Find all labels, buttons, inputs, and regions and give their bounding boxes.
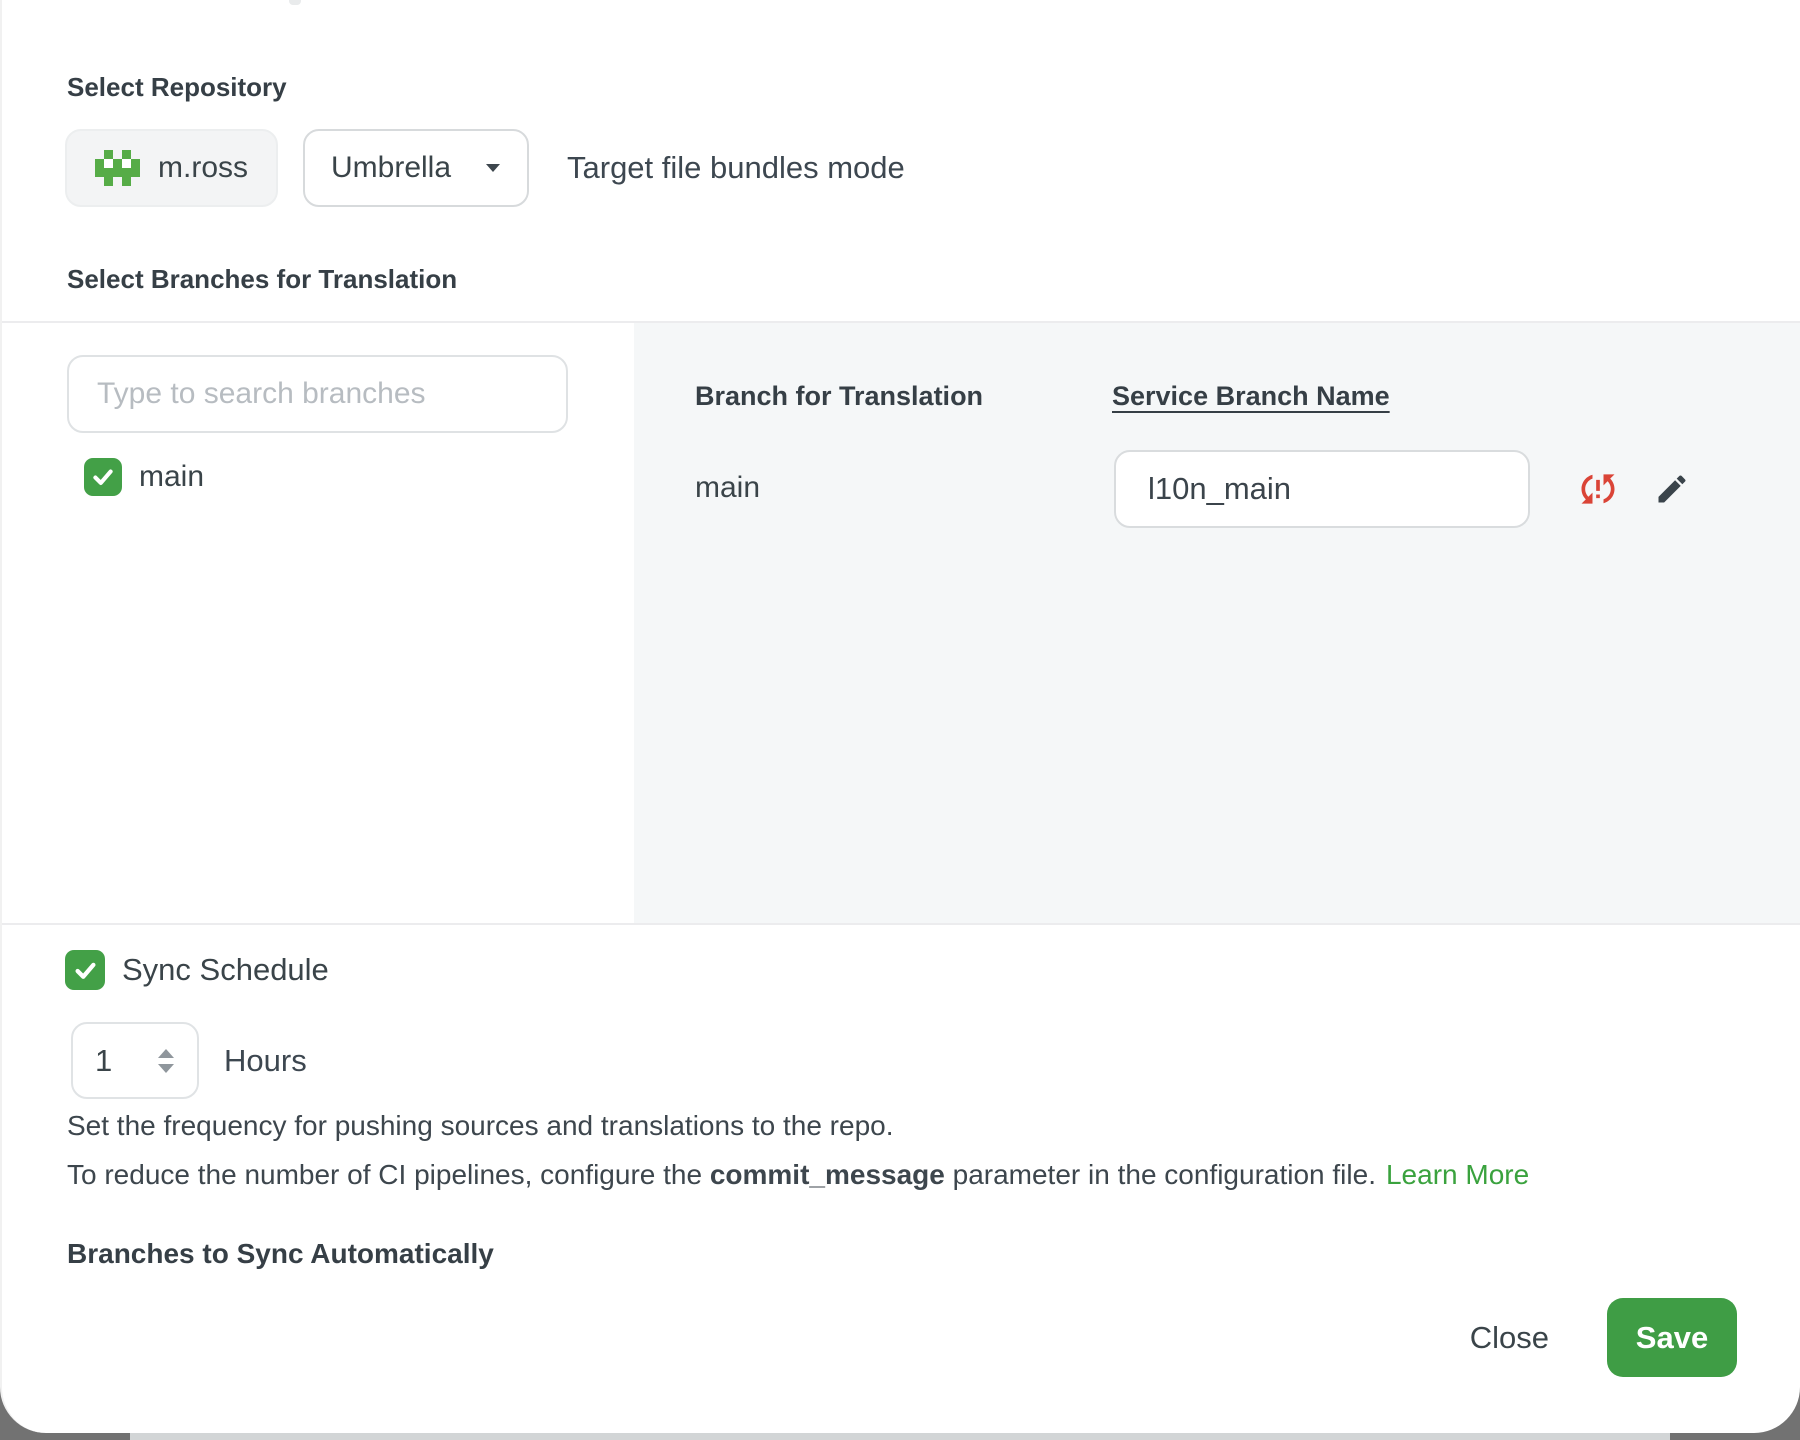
ci-help-text: To reduce the number of CI pipelines, co… <box>67 1159 1529 1191</box>
ci-help-suffix: parameter in the configuration file. <box>945 1159 1376 1190</box>
checkmark-icon <box>90 464 116 490</box>
page-bottom-strip <box>130 1433 1670 1440</box>
repo-sync-settings-modal: Select Repository m.ross Umbrella Target… <box>0 0 1800 1433</box>
close-button[interactable]: Close <box>1470 1320 1549 1356</box>
repository-chip[interactable]: m.ross <box>65 129 278 207</box>
branch-row-label: main <box>695 471 760 505</box>
section-divider <box>2 923 1800 925</box>
branch-checkbox[interactable] <box>84 458 122 496</box>
sync-interval-value: 1 <box>95 1043 112 1079</box>
learn-more-link[interactable]: Learn More <box>1386 1159 1529 1190</box>
branch-search-input[interactable] <box>67 355 568 433</box>
modal-footer: Close Save <box>1470 1298 1737 1377</box>
branch-list-item[interactable]: main <box>84 458 204 496</box>
checkmark-icon <box>72 957 99 984</box>
save-button[interactable]: Save <box>1607 1298 1737 1377</box>
service-branch-column-header[interactable]: Service Branch Name <box>1112 381 1390 412</box>
select-repository-heading: Select Repository <box>67 72 287 103</box>
sync-schedule-label: Sync Schedule <box>122 952 329 988</box>
repo-branch-dropdown[interactable]: Umbrella <box>303 129 529 207</box>
auto-sync-heading: Branches to Sync Automatically <box>67 1238 494 1271</box>
sync-problem-icon[interactable] <box>1575 466 1621 512</box>
sync-interval-stepper[interactable]: 1 <box>71 1022 199 1099</box>
repository-avatar-icon <box>95 150 140 186</box>
scrollbar-artifact <box>289 0 301 5</box>
ci-help-prefix: To reduce the number of CI pipelines, co… <box>67 1159 710 1190</box>
service-branch-panel: Branch for Translation Service Branch Na… <box>634 323 1800 923</box>
target-mode-label: Target file bundles mode <box>567 150 905 186</box>
dropdown-selected-value: Umbrella <box>331 151 451 185</box>
sync-interval-unit: Hours <box>224 1022 307 1099</box>
branch-column-header: Branch for Translation <box>695 381 983 412</box>
edit-pencil-icon[interactable] <box>1653 470 1691 508</box>
select-branches-heading: Select Branches for Translation <box>67 264 457 295</box>
frequency-help-text: Set the frequency for pushing sources an… <box>67 1110 894 1142</box>
sync-schedule-checkbox[interactable] <box>65 950 105 990</box>
screen: Select Repository m.ross Umbrella Target… <box>0 0 1800 1440</box>
sync-schedule-row[interactable]: Sync Schedule <box>65 950 329 990</box>
ci-help-param: commit_message <box>710 1159 945 1190</box>
repository-name: m.ross <box>158 151 248 185</box>
service-branch-input[interactable] <box>1114 450 1530 528</box>
repository-controls-row: m.ross Umbrella Target file bundles mode <box>65 128 905 208</box>
branch-selection-area: main Branch for Translation Service Bran… <box>2 323 1800 923</box>
chevron-down-icon <box>485 163 501 173</box>
branch-name-label: main <box>139 460 204 494</box>
stepper-arrows-icon[interactable] <box>157 1047 175 1075</box>
branch-list-panel: main <box>2 323 634 923</box>
